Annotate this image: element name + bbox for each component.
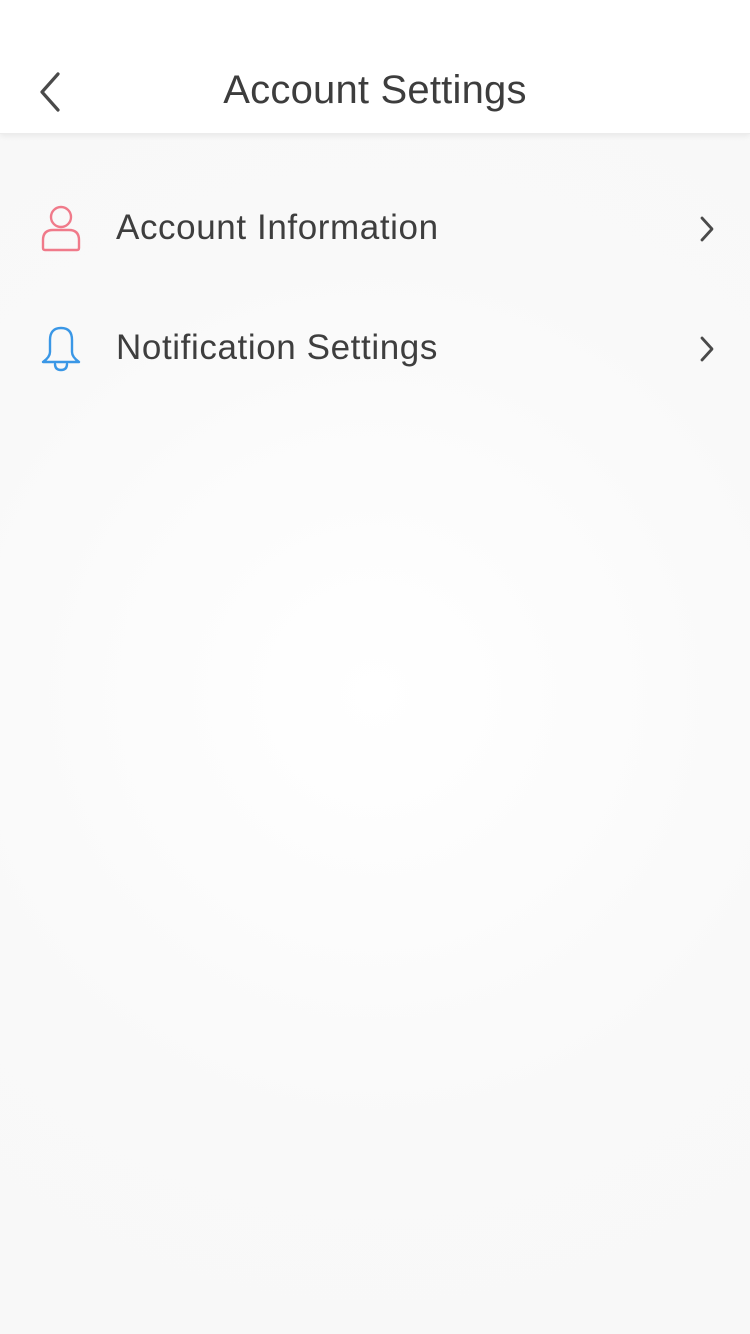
person-icon <box>36 202 86 254</box>
bell-icon <box>36 322 86 374</box>
chevron-right-icon <box>696 334 718 364</box>
account-information-item[interactable]: Account Information <box>0 168 750 288</box>
page-title: Account Settings <box>223 68 527 112</box>
navigation-bar: Account Settings <box>0 0 750 134</box>
notification-settings-item[interactable]: Notification Settings <box>0 288 750 408</box>
account-information-label: Account Information <box>116 208 439 247</box>
notification-settings-label: Notification Settings <box>116 328 438 367</box>
chevron-right-icon <box>696 214 718 244</box>
settings-menu-list: Account Information Notification Setting… <box>0 168 750 408</box>
